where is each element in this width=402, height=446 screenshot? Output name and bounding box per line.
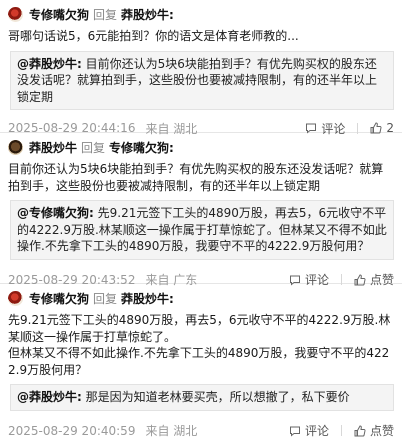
comment-icon (289, 275, 300, 286)
comment-label: 评论 (304, 273, 329, 287)
comment-button[interactable]: 评论 (289, 422, 329, 439)
comment-item: 专修嘴欠狗 回复 莽股炒牛: 哥哪句话说5，6元能拍到？你的语文是体育老师教的.… (0, 0, 402, 136)
comment-header: 专修嘴欠狗 回复 莽股炒牛: (8, 289, 394, 307)
divider (340, 274, 342, 285)
comment-label: 评论 (321, 121, 346, 136)
quoted-username[interactable]: @莽股炒牛: (17, 57, 82, 71)
quoted-comment: @莽股炒牛: 那是因为知道老林要买壳，所以想撤了，私下要价 (10, 384, 394, 411)
username[interactable]: 专修嘴欠狗 (29, 6, 89, 23)
comment-label: 评论 (304, 424, 329, 438)
location: 来自 湖北 (145, 121, 198, 136)
location: 来自 广东 (145, 273, 198, 287)
reply-label: 回复 (93, 291, 118, 306)
quoted-comment: @莽股炒牛: 目前你还认为5块6块能拍到手？有优先购买权的股东还没发话呢？就算拍… (10, 50, 394, 110)
comment-icon (306, 123, 317, 134)
like-label: 点赞 (369, 424, 394, 438)
comment-text: 哥哪句话说5，6元能拍到？你的语文是体育老师教的... (8, 29, 299, 43)
like-button[interactable]: 2 (370, 121, 394, 135)
reply-label: 回复 (93, 7, 118, 22)
quoted-username[interactable]: @专修嘴欠狗: (17, 206, 94, 220)
like-label: 点赞 (369, 273, 394, 287)
timestamp: 2025-08-29 20:44:16 (8, 121, 136, 135)
divider (340, 425, 342, 436)
like-button[interactable]: 点赞 (354, 422, 394, 439)
thumbs-up-icon (354, 273, 366, 285)
reply-target-username[interactable]: 专修嘴欠狗: (109, 139, 174, 156)
reply-label: 回复 (81, 140, 106, 155)
timestamp: 2025-08-29 20:43:52 (8, 272, 136, 287)
avatar[interactable] (8, 6, 23, 22)
username[interactable]: 专修嘴欠狗 (29, 290, 89, 307)
comment-header: 莽股炒牛 回复 专修嘴欠狗: (8, 138, 394, 156)
comment-meta: 2025-08-29 20:40:59 来自 湖北 评论 点赞 (8, 423, 394, 439)
comment-text: 先9.21元签下工头的4890万股，再去5，6元收守不平的4222.9万股.林某… (8, 313, 391, 377)
comment-item: 专修嘴欠狗 回复 莽股炒牛: 先9.21元签下工头的4890万股，再去5，6元收… (0, 284, 402, 446)
timestamp: 2025-08-29 20:40:59 (8, 423, 136, 438)
comment-item: 莽股炒牛 回复 专修嘴欠狗: 目前你还认为5块6块能拍到手？有优先购买权的股东还… (0, 133, 402, 287)
avatar[interactable] (8, 290, 23, 306)
quoted-text: 那是因为知道老林要买壳，所以想撤了，私下要价 (85, 390, 350, 404)
avatar[interactable] (8, 139, 23, 155)
comment-thread: 专修嘴欠狗 回复 莽股炒牛: 哥哪句话说5，6元能拍到？你的语文是体育老师教的.… (0, 0, 402, 446)
quoted-comment: @专修嘴欠狗: 先9.21元签下工头的4890万股，再去5，6元收守不平的422… (10, 200, 394, 260)
comment-header: 专修嘴欠狗 回复 莽股炒牛: (8, 5, 394, 23)
reply-target-username[interactable]: 莽股炒牛: (121, 6, 174, 23)
thumbs-up-icon (354, 424, 366, 436)
comment-text: 目前你还认为5块6块能拍到手？有优先购买权的股东还没发话呢？就算拍到手，这些股份… (8, 162, 384, 193)
quoted-username[interactable]: @莽股炒牛: (17, 390, 82, 404)
comment-button[interactable]: 评论 (305, 120, 345, 137)
location: 来自 湖北 (145, 424, 198, 438)
like-count: 2 (386, 121, 394, 135)
comment-icon (289, 426, 300, 437)
divider (357, 122, 359, 134)
reply-target-username[interactable]: 莽股炒牛: (121, 290, 174, 307)
like-button[interactable]: 点赞 (354, 271, 394, 288)
thumbs-up-icon (370, 122, 382, 134)
comment-button[interactable]: 评论 (289, 271, 329, 288)
username[interactable]: 莽股炒牛 (29, 139, 77, 156)
